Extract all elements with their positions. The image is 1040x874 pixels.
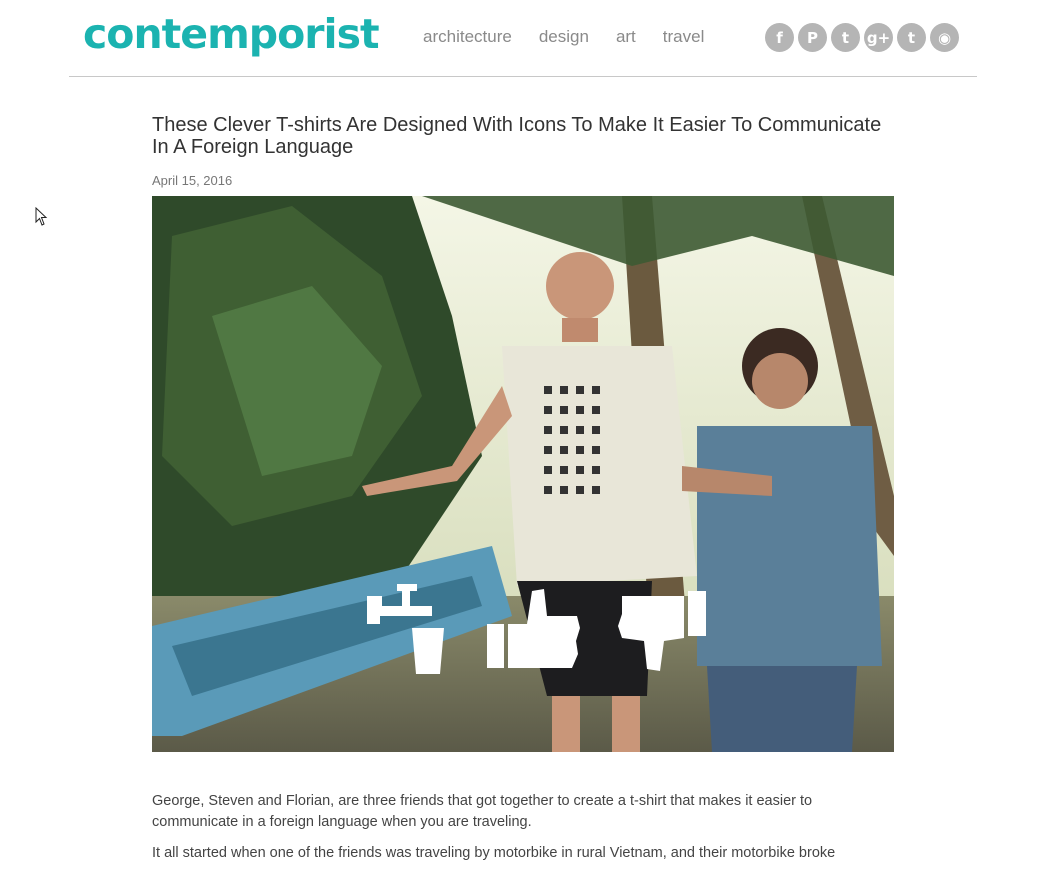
pinterest-icon[interactable]: P (798, 23, 827, 52)
article-paragraph-2: It all started when one of the friends w… (152, 845, 836, 861)
hero-image (152, 196, 894, 752)
article-title: These Clever T-shirts Are Designed With … (152, 114, 882, 158)
social-links: f P t g+ t ◉ (765, 23, 963, 52)
nav-architecture[interactable]: architecture (423, 27, 512, 47)
nav-art[interactable]: art (616, 27, 636, 47)
site-header: contemporist architecture design art tra… (69, 0, 977, 77)
rss-icon[interactable]: ◉ (930, 23, 959, 52)
tumblr-icon[interactable]: t (897, 23, 926, 52)
article-body: George, Steven and Florian, are three fr… (152, 791, 894, 874)
mouse-cursor-icon (35, 206, 49, 232)
hero-photo-illustration (152, 196, 894, 752)
googleplus-icon[interactable]: g+ (864, 23, 893, 52)
facebook-icon[interactable]: f (765, 23, 794, 52)
twitter-icon[interactable]: t (831, 23, 860, 52)
nav-travel[interactable]: travel (663, 27, 705, 47)
article-date: April 15, 2016 (152, 173, 233, 188)
article-header: These Clever T-shirts Are Designed With … (152, 114, 894, 188)
main-nav: architecture design art travel (423, 27, 731, 47)
nav-design[interactable]: design (539, 27, 589, 47)
site-logo[interactable]: contemporist (83, 10, 380, 58)
article-paragraph-1: George, Steven and Florian, are three fr… (152, 793, 813, 830)
